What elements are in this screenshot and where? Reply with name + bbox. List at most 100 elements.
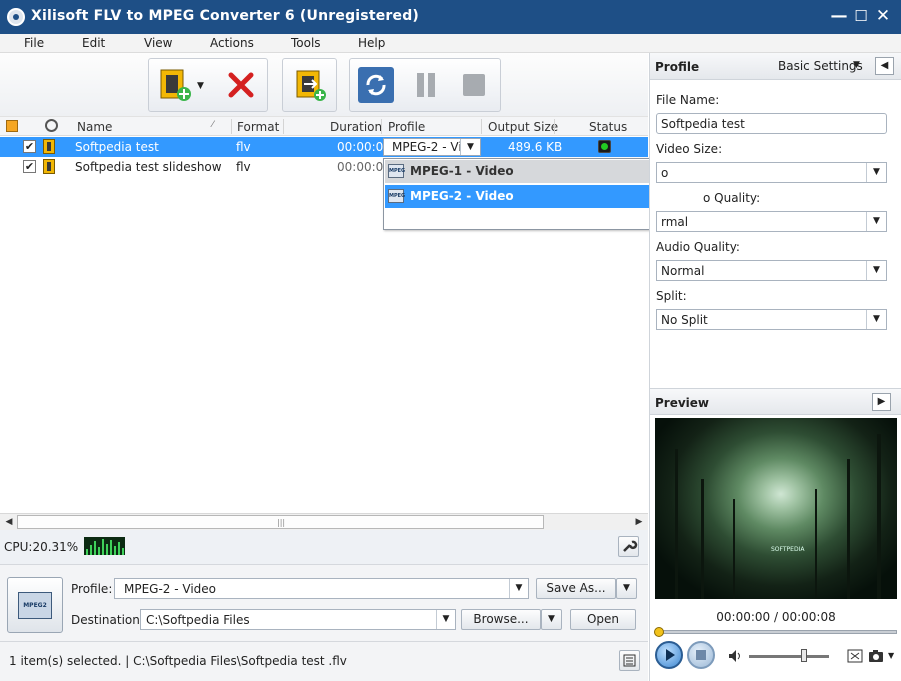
chevron-down-icon[interactable]: ▼: [460, 139, 480, 155]
fullscreen-icon[interactable]: [847, 648, 863, 664]
menu-actions[interactable]: Actions: [210, 36, 254, 50]
add-segment-button[interactable]: [292, 67, 328, 103]
wrench-icon: [623, 540, 638, 552]
seek-bar[interactable]: [654, 627, 897, 637]
stop-playback-button[interactable]: [687, 641, 715, 669]
chevron-down-icon[interactable]: ▼: [509, 579, 528, 598]
audio-quality-label: Audio Quality:: [656, 240, 740, 254]
menu-edit[interactable]: Edit: [82, 36, 105, 50]
add-file-dropdown-icon[interactable]: ▼: [197, 81, 204, 91]
select-all-checkbox[interactable]: [6, 120, 18, 132]
volume-icon[interactable]: [727, 648, 743, 664]
stop-button[interactable]: [456, 67, 492, 103]
row-checkbox[interactable]: ✔: [23, 140, 36, 153]
menu-bar: File Edit View Actions Tools Help: [0, 34, 901, 53]
menu-view[interactable]: View: [144, 36, 172, 50]
profile-option-mpeg1[interactable]: MPEG MPEG-1 - Video: [385, 160, 680, 183]
column-duration[interactable]: Duration: [330, 120, 382, 134]
scroll-left-icon[interactable]: ◀: [1, 515, 17, 529]
menu-help[interactable]: Help: [358, 36, 385, 50]
settings-button[interactable]: [618, 536, 639, 557]
volume-slider[interactable]: [749, 655, 829, 658]
add-segment-icon: [296, 70, 326, 101]
convert-icon: [366, 74, 386, 96]
row-name: Softpedia test: [75, 140, 159, 154]
row-checkbox[interactable]: ✔: [23, 160, 36, 173]
menu-tools[interactable]: Tools: [291, 36, 321, 50]
volume-handle[interactable]: [801, 649, 807, 662]
minimize-button[interactable]: —: [829, 6, 849, 26]
play-button[interactable]: [655, 641, 683, 669]
column-name[interactable]: Name: [77, 120, 112, 134]
preview-video: SOFTPEDIA: [655, 418, 897, 599]
scroll-right-icon[interactable]: ▶: [631, 515, 647, 529]
chevron-down-icon[interactable]: ▼: [866, 310, 886, 329]
cpu-usage-label: CPU:20.31%: [4, 540, 79, 554]
audio-quality-select[interactable]: Normal ▼: [656, 260, 887, 281]
log-button[interactable]: [619, 650, 640, 671]
seek-handle[interactable]: [654, 627, 664, 637]
row-format: flv: [236, 160, 251, 174]
table-row[interactable]: ✔ Softpedia test flv 00:00:08 MPEG-2 - V…: [0, 137, 648, 157]
video-file-icon: [43, 139, 55, 154]
expand-preview-button[interactable]: ▶: [872, 393, 891, 411]
column-profile[interactable]: Profile: [388, 120, 425, 134]
remove-button[interactable]: [223, 67, 259, 103]
preview-watermark: SOFTPEDIA: [771, 546, 805, 553]
save-as-dropdown-icon[interactable]: ▼: [616, 578, 637, 599]
column-output-size[interactable]: Output Size: [488, 120, 558, 134]
close-button[interactable]: ✕: [873, 6, 893, 26]
collapse-panel-button[interactable]: ◀: [875, 57, 894, 75]
add-file-icon: [160, 69, 191, 101]
preview-panel-header: Preview ▶: [650, 388, 901, 415]
snapshot-dropdown-icon[interactable]: ▼: [888, 651, 894, 660]
preview-panel-title: Preview: [655, 396, 710, 410]
profile-panel-header: Profile Basic Settings ▼ ◀: [650, 53, 901, 80]
menu-file[interactable]: File: [24, 36, 44, 50]
video-file-icon: [43, 159, 55, 174]
row-profile-value: MPEG-2 - Vi: [392, 140, 462, 154]
file-toolbar-group: ▼: [148, 58, 268, 112]
chevron-down-icon[interactable]: ▼: [866, 261, 886, 280]
horizontal-scrollbar[interactable]: ◀ ||| ▶: [0, 513, 648, 530]
column-status[interactable]: Status: [589, 120, 627, 134]
browse-button[interactable]: Browse...: [461, 609, 541, 630]
option-label: MPEG-1 - Video: [410, 164, 514, 178]
chevron-down-icon[interactable]: ▼: [866, 163, 886, 182]
video-quality-select[interactable]: rmal ▼: [656, 211, 887, 232]
toolbar: ▼: [0, 53, 648, 116]
file-name-label: File Name:: [656, 93, 720, 107]
split-select[interactable]: No Split ▼: [656, 309, 887, 330]
scroll-thumb[interactable]: |||: [17, 515, 544, 529]
convert-button[interactable]: [358, 67, 394, 103]
chevron-down-icon[interactable]: ▼: [853, 60, 860, 70]
open-button[interactable]: Open: [570, 609, 636, 630]
clip-toolbar-group: [282, 58, 337, 112]
mpeg-icon: MPEG: [388, 164, 405, 178]
audio-quality-value: Normal: [661, 264, 705, 278]
chevron-down-icon[interactable]: ▼: [866, 212, 886, 231]
profile-option-mpeg2[interactable]: MPEG MPEG-2 - Video: [385, 185, 680, 208]
profile-select[interactable]: MPEG-2 - Video ▼: [114, 578, 529, 599]
maximize-button[interactable]: ☐: [851, 6, 871, 26]
file-list-header: Name ⁄ Format Duration Profile Output Si…: [0, 116, 648, 136]
pause-button[interactable]: [408, 67, 444, 103]
video-size-label: Video Size:: [656, 142, 723, 156]
save-as-button[interactable]: Save As...: [536, 578, 616, 599]
video-size-value: o: [661, 166, 669, 180]
basic-settings-dropdown[interactable]: Basic Settings: [778, 59, 863, 73]
add-file-button[interactable]: [157, 67, 193, 103]
row-name: Softpedia test slideshow: [75, 160, 222, 174]
snapshot-camera-icon[interactable]: [868, 648, 886, 664]
column-format[interactable]: Format: [237, 120, 279, 134]
row-format: flv: [236, 140, 251, 154]
list-icon: [623, 654, 636, 667]
browse-dropdown-icon[interactable]: ▼: [541, 609, 562, 630]
file-name-input[interactable]: Softpedia test: [656, 113, 887, 134]
destination-select[interactable]: C:\Softpedia Files ▼: [140, 609, 456, 630]
video-size-select[interactable]: o ▼: [656, 162, 887, 183]
row-profile-select[interactable]: MPEG-2 - Vi ▼: [383, 138, 481, 156]
chevron-down-icon[interactable]: ▼: [436, 610, 455, 629]
format-icon[interactable]: MPEG2: [7, 577, 63, 633]
right-panel: Profile Basic Settings ▼ ◀ File Name: So…: [649, 53, 901, 681]
